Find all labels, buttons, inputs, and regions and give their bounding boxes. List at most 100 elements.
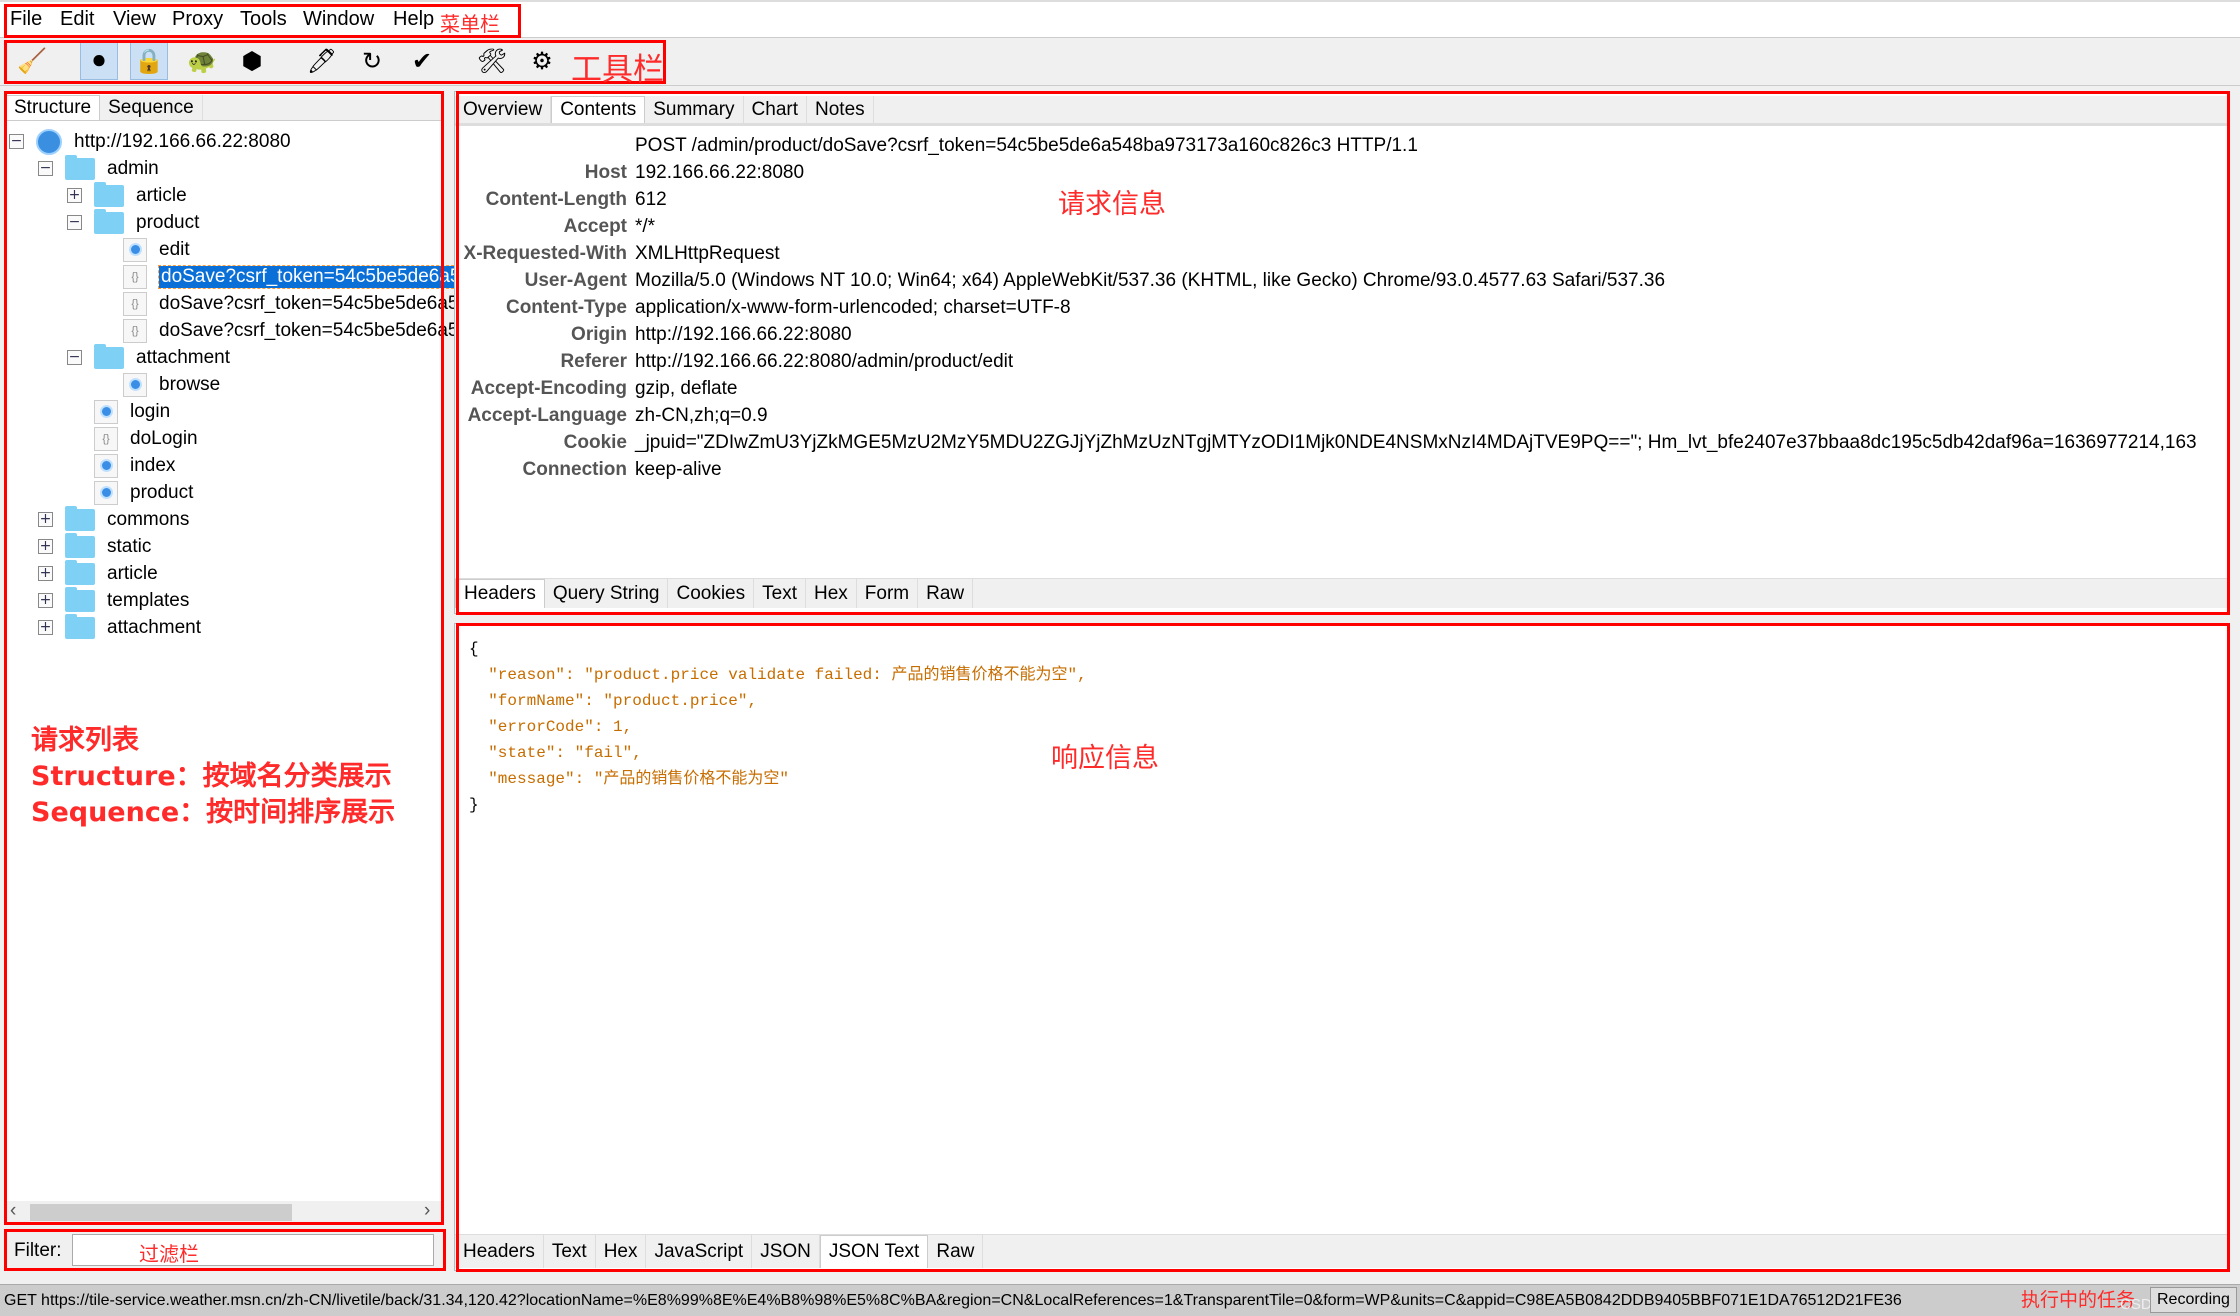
tab-raw[interactable]: Raw	[928, 1235, 984, 1268]
menu-edit[interactable]: Edit	[60, 8, 94, 31]
check-button[interactable]: ✔	[403, 42, 441, 80]
page-icon	[123, 237, 147, 262]
tree-item[interactable]: + article	[67, 181, 187, 209]
tree-item[interactable]: product	[94, 479, 193, 506]
tab-text[interactable]: Text	[543, 1235, 596, 1268]
tree-item[interactable]: − attachment	[67, 343, 230, 371]
tab-contents[interactable]: Contents	[551, 96, 646, 123]
filter-input[interactable]	[72, 1234, 434, 1266]
tree-item[interactable]: + commons	[38, 505, 189, 533]
pen-button[interactable]: 🖊	[303, 42, 341, 80]
expand-icon[interactable]: +	[38, 512, 53, 527]
tree-item[interactable]: {} doSave?csrf_token=54c5be5de6a5	[123, 290, 459, 317]
tree-item[interactable]: {} doSave?csrf_token=54c5be5de6a5	[123, 317, 459, 344]
header-value: 192.166.66.22:8080	[635, 162, 805, 183]
tab-chart[interactable]: Chart	[743, 96, 807, 123]
tab-sequence[interactable]: Sequence	[100, 95, 203, 120]
collapse-icon[interactable]: −	[38, 161, 53, 176]
scrollbar-thumb[interactable]	[30, 1204, 292, 1221]
header-value: application/x-www-form-urlencoded; chars…	[635, 297, 1071, 318]
menu-view[interactable]: View	[113, 8, 156, 31]
tab-hex[interactable]: Hex	[595, 1235, 647, 1268]
tree-item[interactable]: − http://192.166.66.22:8080	[9, 128, 291, 155]
menu-window[interactable]: Window	[303, 8, 374, 31]
status-bar: GET https://tile-service.weather.msn.cn/…	[0, 1284, 2240, 1316]
tree-item-label: static	[107, 535, 152, 557]
recording-button[interactable]: Recording	[2150, 1287, 2237, 1313]
tree-item[interactable]: index	[94, 452, 175, 479]
lock-button[interactable]: 🔒	[130, 42, 168, 80]
folder-icon	[65, 505, 95, 531]
header-row: Host 192.166.66.22:8080	[455, 162, 804, 189]
tree-item-label: doSave?csrf_token=54c5be5de6a5	[158, 264, 464, 289]
tree-item-label: admin	[107, 157, 159, 179]
annotation-toolbar: 工具栏	[571, 52, 664, 88]
expand-icon[interactable]: +	[38, 539, 53, 554]
tab-form[interactable]: Form	[856, 579, 919, 608]
tab-json[interactable]: JSON	[752, 1235, 820, 1268]
tree-item[interactable]: browse	[123, 371, 220, 398]
header-name: Accept-Language	[467, 405, 627, 426]
tree-item-label: login	[130, 400, 171, 422]
menu-proxy[interactable]: Proxy	[172, 8, 223, 31]
tree-item[interactable]: {} doSave?csrf_token=54c5be5de6a5	[123, 263, 464, 290]
horizontal-scrollbar[interactable]: ‹ ›	[6, 1200, 442, 1223]
tree-item[interactable]: login	[94, 398, 170, 425]
collapse-icon[interactable]: −	[67, 215, 82, 230]
collapse-icon[interactable]: −	[67, 350, 82, 365]
header-name: Accept-Encoding	[470, 378, 627, 399]
collapse-icon[interactable]: −	[9, 134, 24, 149]
scroll-left-icon[interactable]: ‹	[10, 1200, 16, 1222]
tab-structure[interactable]: Structure	[5, 95, 101, 120]
page-icon	[123, 372, 147, 397]
tree-item-label: doLogin	[130, 427, 198, 449]
tab-headers[interactable]: Headers	[455, 579, 545, 608]
refresh-icon: ↻	[361, 47, 383, 75]
tools-button[interactable]: 🛠	[473, 42, 511, 80]
tab-hex[interactable]: Hex	[806, 579, 857, 608]
tree-item[interactable]: − admin	[38, 154, 159, 182]
tab-notes[interactable]: Notes	[807, 96, 874, 123]
tab-raw[interactable]: Raw	[918, 579, 974, 608]
expand-icon[interactable]: +	[38, 566, 53, 581]
expand-icon[interactable]: +	[67, 188, 82, 203]
tab-query-string[interactable]: Query String	[544, 579, 669, 608]
tab-summary[interactable]: Summary	[645, 96, 744, 123]
broom-button[interactable]: 🧹	[13, 42, 51, 80]
tree-item[interactable]: + static	[38, 532, 152, 560]
tab-cookies[interactable]: Cookies	[668, 579, 755, 608]
expand-icon[interactable]: +	[38, 593, 53, 608]
menu-tools[interactable]: Tools	[240, 8, 287, 31]
tab-json-text[interactable]: JSON Text	[819, 1235, 929, 1268]
gear-button[interactable]: ⚙	[523, 42, 561, 80]
folder-icon	[65, 154, 95, 180]
tab-overview[interactable]: Overview	[455, 96, 552, 123]
record-button[interactable]: ⏺	[80, 42, 118, 80]
refresh-button[interactable]: ↻	[353, 42, 391, 80]
stop-hexagon-button[interactable]: ⬢	[233, 42, 271, 80]
menu-help[interactable]: Help	[393, 8, 434, 31]
tree-item[interactable]: + templates	[38, 586, 189, 614]
annotation-response: 响应信息	[1051, 743, 1159, 774]
tools-icon: 🛠	[476, 47, 508, 75]
tab-headers[interactable]: Headers	[455, 1235, 544, 1268]
turtle-button[interactable]: 🐢	[183, 42, 221, 80]
tree-item[interactable]: + article	[38, 559, 158, 587]
folder-icon	[94, 343, 124, 369]
expand-icon[interactable]: +	[38, 620, 53, 635]
tree-item[interactable]: − product	[67, 208, 199, 236]
tree-item-label: doSave?csrf_token=54c5be5de6a5	[159, 319, 459, 341]
tab-javascript[interactable]: JavaScript	[646, 1235, 753, 1268]
header-value: zh-CN,zh;q=0.9	[635, 405, 768, 426]
tree-item[interactable]: {} doLogin	[94, 425, 198, 452]
structure-panel: Structure Sequence − http://192.166.66.22:…	[4, 91, 464, 1224]
menu-file[interactable]: File	[10, 8, 42, 31]
header-name: Host	[584, 162, 627, 183]
json-file-icon: {}	[123, 318, 147, 343]
tree-item[interactable]: edit	[123, 236, 190, 263]
annotation-tree-line: Structure：按域名分类展示	[31, 761, 392, 792]
scroll-right-icon[interactable]: ›	[424, 1200, 430, 1222]
tab-text[interactable]: Text	[754, 579, 806, 608]
request-line-row: POST /admin/product/doSave?csrf_token=54…	[455, 135, 1418, 162]
tree-item[interactable]: + attachment	[38, 613, 201, 641]
